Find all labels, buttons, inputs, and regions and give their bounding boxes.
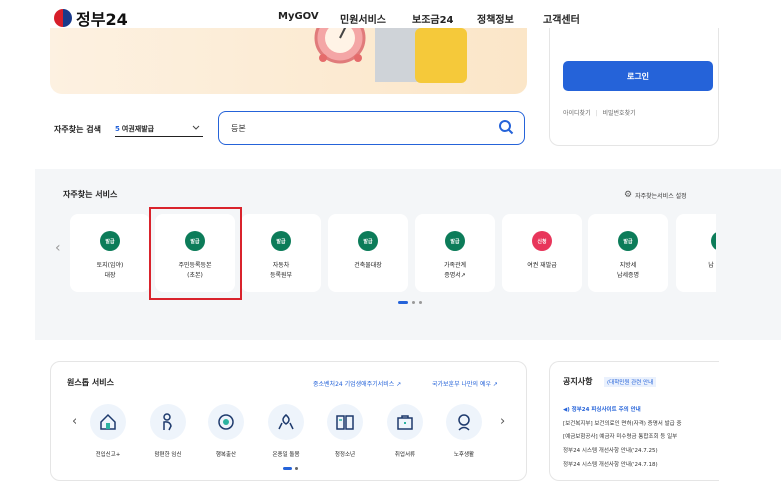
service-card-label: 자동차 등록원부	[269, 262, 293, 279]
service-card-label: 지방세 납세증명	[616, 262, 640, 279]
select-value: 여권재발급	[121, 124, 155, 133]
house-icon	[100, 413, 116, 430]
service-card[interactable]: 발급 가족관계 증명서↗	[415, 214, 495, 292]
highlight-box	[149, 207, 242, 300]
onestop-item[interactable]	[446, 404, 482, 440]
link-text: 국가보훈부 나만의 예우	[432, 381, 492, 388]
issue-badge: 발급	[358, 231, 378, 251]
service-card-label: 건축물대장	[354, 262, 382, 269]
notice-title: 공지사항	[563, 377, 593, 386]
issue-badge: 발급	[445, 231, 465, 251]
onestop-item[interactable]	[268, 404, 304, 440]
setting-label: 자주찾는서비스 설정	[635, 192, 687, 200]
notice-item[interactable]: ◀) 정부24 피싱사이트 주의 안내	[563, 405, 641, 413]
onestop-item-label: 취업서류	[394, 452, 416, 458]
service-card-label: 토지(임야) 대장	[96, 262, 124, 279]
taegeuk-logo-icon	[54, 9, 72, 27]
onestop-item[interactable]	[387, 404, 423, 440]
onestop-link-veterans[interactable]: 국가보훈부 나만의 예우 ↗	[432, 379, 498, 388]
banner-illustration	[314, 28, 467, 83]
issue-badge: 발급	[100, 231, 120, 251]
notice-item[interactable]: [보건복지부] 보건의료인 면허(자격) 증명서 발급 중	[563, 419, 682, 427]
carousel-prev-icon[interactable]: ‹	[55, 240, 61, 256]
indicator-active[interactable]	[283, 467, 292, 470]
issue-badge: 발급	[711, 231, 716, 251]
frequent-services-title: 자주찾는 서비스	[63, 190, 118, 199]
indicator-active[interactable]	[398, 301, 408, 304]
service-card[interactable]: 신청 여권 재발급	[502, 214, 582, 292]
service-card[interactable]: 발급 건축물대장	[328, 214, 408, 292]
onestop-prev-icon[interactable]: ‹	[72, 414, 77, 429]
onestop-indicator	[283, 467, 298, 470]
nav-mygov[interactable]: MyGOV	[278, 11, 319, 22]
find-id-link[interactable]: 아이디찾기	[563, 110, 591, 117]
onestop-item-label: 행복출산	[215, 452, 237, 458]
issue-badge: 발급	[618, 231, 638, 251]
apply-badge: 신청	[532, 231, 552, 251]
onestop-item[interactable]	[208, 404, 244, 440]
notice-item-text: 정부24 피싱사이트 주의 안내	[571, 407, 641, 413]
gear-icon: ⚙	[624, 190, 633, 200]
login-links: 아이디찾기 | 비밀번호찾기	[563, 108, 636, 117]
indicator-dot[interactable]	[412, 301, 415, 304]
book-icon	[336, 415, 354, 430]
frequent-services-setting[interactable]: ⚙ 자주찾는서비스 설정	[624, 190, 687, 200]
login-button[interactable]: 로그인	[563, 61, 713, 91]
ribbon-icon	[278, 414, 294, 430]
frequent-search-label: 자주찾는 검색	[54, 125, 101, 134]
service-card[interactable]: 발급 자동차 등록원부	[241, 214, 321, 292]
frequent-search-select[interactable]: 5 여권재발급	[115, 121, 203, 137]
pregnant-woman-icon	[163, 413, 172, 431]
onestop-item-label: 맘편한 임신	[154, 452, 182, 458]
logo-text: 정부24	[76, 10, 128, 29]
link-text: 중소벤처24 기업생애주기서비스	[313, 381, 395, 388]
onestop-link-venture[interactable]: 중소벤처24 기업생애주기서비스 ↗	[313, 379, 401, 388]
onestop-item[interactable]	[90, 404, 126, 440]
onestop-item-label: 청정소년	[334, 452, 356, 458]
select-rank: 5	[115, 124, 120, 133]
megaphone-icon: ◀)	[563, 407, 570, 413]
baby-icon	[218, 414, 234, 430]
elderly-icon	[458, 414, 470, 431]
onestop-item-label: 노후생활	[453, 452, 475, 458]
onestop-item[interactable]	[150, 404, 186, 440]
onestop-next-icon[interactable]: ›	[500, 414, 505, 429]
search-input[interactable]: 등본	[218, 111, 525, 145]
service-card[interactable]: 발급 토지(임야) 대장	[70, 214, 150, 292]
service-card-label: 납	[708, 262, 714, 269]
nav-subsidy[interactable]: 보조금24	[412, 11, 454, 26]
service-card-label: 여권 재발급	[527, 262, 557, 269]
issue-badge: 발급	[271, 231, 291, 251]
notice-item[interactable]: 정부24 시스템 개선사항 안내('24.7.25)	[563, 446, 658, 454]
chevron-down-icon	[192, 125, 200, 130]
logo[interactable]: 정부24	[54, 6, 128, 30]
onestop-item[interactable]	[327, 404, 363, 440]
nav-policy[interactable]: 정책정보	[477, 11, 514, 26]
notice-tag[interactable]: (대학민원 관련 안내	[604, 377, 657, 387]
onestop-item-label: 전입신고+	[95, 452, 121, 458]
service-card[interactable]: 발급 지방세 납세증명	[588, 214, 668, 292]
nav-customer-center[interactable]: 고객센터	[543, 11, 580, 26]
search-icon[interactable]	[498, 119, 514, 135]
notice-item[interactable]: [예금보험공사] 예금자 미수령금 통합조회 등 일부	[563, 432, 677, 440]
find-password-link[interactable]: 비밀번호찾기	[602, 110, 635, 117]
search-input-value: 등본	[231, 123, 246, 133]
onestop-item-label: 온종일 돌봄	[272, 452, 300, 458]
hero-banner[interactable]	[50, 28, 527, 94]
link-divider: |	[595, 110, 598, 117]
carousel-indicator	[398, 301, 422, 304]
external-link-icon: ↗	[460, 272, 466, 279]
onestop-title: 원스톱 서비스	[67, 378, 114, 387]
service-card[interactable]: 발급 납	[676, 214, 716, 292]
notice-item[interactable]: 정부24 시스템 개선사항 안내('24.7.18)	[563, 460, 658, 468]
nav-civil-service[interactable]: 민원서비스	[340, 11, 386, 26]
briefcase-icon	[397, 415, 413, 430]
indicator-dot[interactable]	[295, 467, 298, 470]
indicator-dot[interactable]	[419, 301, 422, 304]
service-card-label: 가족관계 증명서↗	[444, 261, 466, 281]
